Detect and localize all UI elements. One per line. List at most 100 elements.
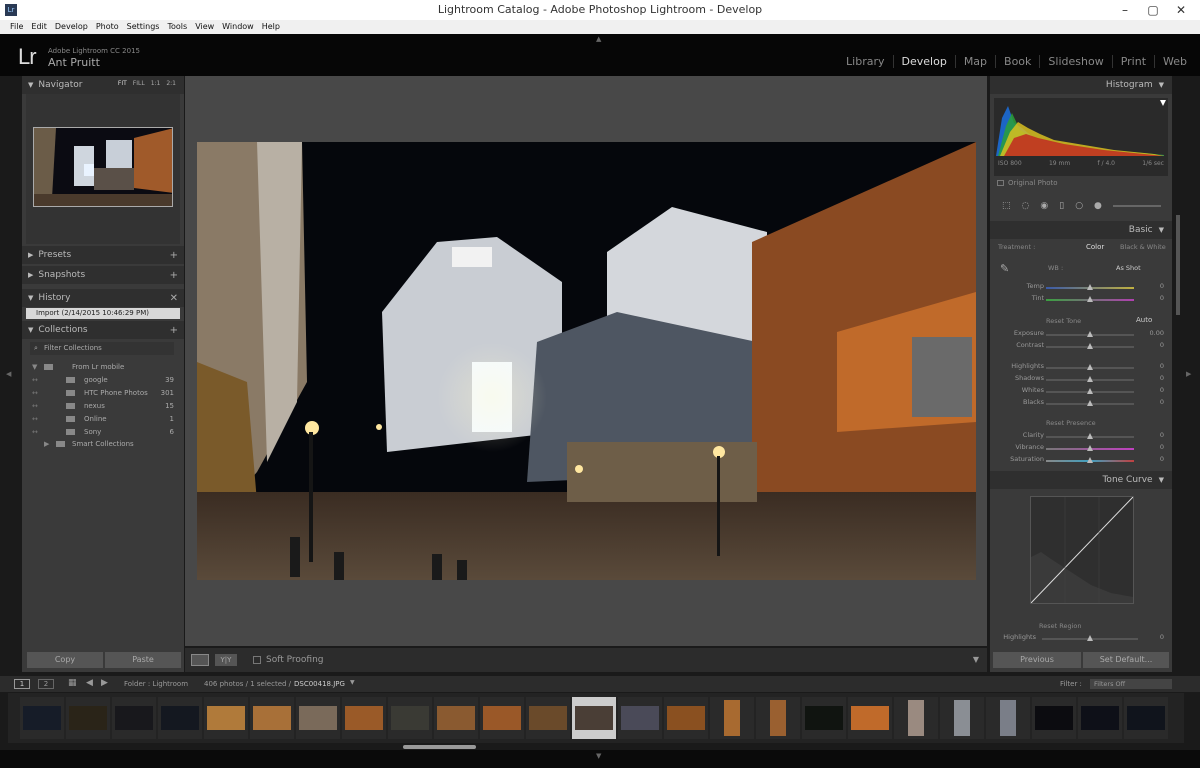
slider-knob[interactable]: [1087, 296, 1093, 302]
loupe-view-icon[interactable]: [191, 654, 209, 666]
filmstrip-thumbnail[interactable]: [388, 697, 432, 739]
window-1-button[interactable]: 1: [14, 679, 30, 689]
slider-knob[interactable]: [1087, 364, 1093, 370]
temp-slider[interactable]: Temp 0: [990, 282, 1172, 294]
filmstrip-thumbnail[interactable]: [526, 697, 570, 739]
slider-track[interactable]: [1046, 364, 1134, 370]
set-default-button[interactable]: Set Default...: [1083, 652, 1169, 668]
snapshots-header[interactable]: ▶ Snapshots +: [22, 266, 184, 284]
slider-value[interactable]: 0: [1160, 282, 1164, 290]
module-develop[interactable]: Develop: [892, 55, 955, 68]
navigator-thumbnail[interactable]: [33, 127, 173, 207]
add-collection-icon[interactable]: +: [170, 325, 178, 336]
filmstrip-thumbnail[interactable]: [204, 697, 248, 739]
collection-item[interactable]: ↔ Online 1: [22, 413, 184, 425]
collections-header[interactable]: ▼ Collections +: [22, 321, 184, 339]
tint-slider[interactable]: Tint 0: [990, 294, 1172, 306]
module-book[interactable]: Book: [995, 55, 1039, 68]
filmstrip-thumbnail[interactable]: [848, 697, 892, 739]
tone-curve-header[interactable]: Tone Curve ▼: [990, 471, 1172, 489]
minimize-icon[interactable]: –: [1110, 0, 1140, 20]
filter-dropdown[interactable]: Filters Off: [1090, 679, 1172, 689]
slider-knob[interactable]: [1087, 331, 1093, 337]
folder-source[interactable]: Folder : Lightroom: [124, 680, 188, 688]
slider-knob[interactable]: [1087, 343, 1093, 349]
back-arrow-icon[interactable]: ◀: [86, 678, 93, 688]
basic-header[interactable]: Basic ▼: [990, 221, 1172, 239]
graduated-filter-icon[interactable]: ▯: [1059, 201, 1064, 211]
menu-file[interactable]: File: [10, 20, 23, 34]
slider-value[interactable]: 0: [1160, 633, 1164, 641]
slider-value[interactable]: 0: [1160, 362, 1164, 370]
navigator-header[interactable]: ▼ Navigator FIT FILL 1:1 2:1: [22, 76, 184, 94]
module-map[interactable]: Map: [954, 55, 995, 68]
slider-track[interactable]: [1046, 376, 1134, 382]
slider-knob[interactable]: [1087, 457, 1093, 463]
slider-value[interactable]: 0.00: [1150, 329, 1164, 337]
filmstrip-thumbnail[interactable]: [756, 697, 800, 739]
auto-tone-button[interactable]: Auto: [1136, 316, 1152, 324]
filmstrip-thumbnail[interactable]: [986, 697, 1030, 739]
menu-develop[interactable]: Develop: [55, 20, 88, 34]
filmstrip-thumbnail[interactable]: [618, 697, 662, 739]
slider-value[interactable]: 0: [1160, 341, 1164, 349]
filmstrip-thumbnail[interactable]: [296, 697, 340, 739]
slider-track[interactable]: [1046, 284, 1134, 290]
curve-highlights-slider[interactable]: Highlights 0: [990, 633, 1172, 645]
radial-filter-icon[interactable]: ○: [1075, 201, 1083, 211]
filmstrip-thumbnail[interactable]: [1124, 697, 1168, 739]
slider-track[interactable]: [1046, 457, 1134, 463]
slider-track[interactable]: [1042, 635, 1138, 641]
forward-arrow-icon[interactable]: ▶: [101, 678, 108, 688]
menu-edit[interactable]: Edit: [31, 20, 47, 34]
filmstrip-thumbnail[interactable]: [434, 697, 478, 739]
selected-file[interactable]: DSC00418.JPG: [294, 680, 345, 688]
module-slideshow[interactable]: Slideshow: [1039, 55, 1111, 68]
zoom-fit[interactable]: FIT: [118, 80, 127, 87]
red-eye-icon[interactable]: ◉: [1040, 201, 1048, 211]
slider-knob[interactable]: [1087, 635, 1093, 641]
history-header[interactable]: ▼ History ✕: [22, 289, 184, 307]
history-item[interactable]: Import (2/14/2015 10:46:29 PM): [26, 308, 180, 319]
exposure-slider[interactable]: Exposure 0.00: [990, 329, 1172, 341]
menu-window[interactable]: Window: [222, 20, 254, 34]
slider-value[interactable]: 0: [1160, 398, 1164, 406]
brush-slider[interactable]: [1112, 205, 1161, 207]
filmstrip-thumbnail[interactable]: [664, 697, 708, 739]
slider-knob[interactable]: [1087, 400, 1093, 406]
filmstrip-thumbnail[interactable]: [940, 697, 984, 739]
filmstrip-thumbnail[interactable]: [894, 697, 938, 739]
contrast-slider[interactable]: Contrast 0: [990, 341, 1172, 353]
slider-value[interactable]: 0: [1160, 455, 1164, 463]
zoom-2-1[interactable]: 2:1: [166, 80, 176, 87]
slider-knob[interactable]: [1087, 376, 1093, 382]
histogram-header[interactable]: Histogram ▼: [990, 76, 1172, 94]
crop-icon[interactable]: ⬚: [1002, 201, 1011, 211]
filter-collections-input[interactable]: Filter Collections: [30, 342, 174, 355]
slider-track[interactable]: [1046, 433, 1134, 439]
slider-track[interactable]: [1046, 331, 1134, 337]
histogram-display[interactable]: ISO 800 19 mm f / 4.0 1/6 sec: [994, 98, 1168, 176]
menu-help[interactable]: Help: [262, 20, 280, 34]
spot-removal-icon[interactable]: ◌: [1022, 201, 1030, 211]
original-photo-checkbox[interactable]: [997, 180, 1004, 186]
treatment-color-button[interactable]: Color: [1086, 243, 1104, 251]
adjustment-brush-icon[interactable]: ●: [1094, 201, 1102, 211]
slider-value[interactable]: 0: [1160, 431, 1164, 439]
bottom-panel-toggle-icon[interactable]: ▼: [596, 752, 601, 760]
slider-track[interactable]: [1046, 388, 1134, 394]
collection-item[interactable]: ↔ nexus 15: [22, 400, 184, 412]
main-photo[interactable]: [197, 142, 976, 580]
filmstrip-thumbnail-selected[interactable]: [572, 697, 616, 739]
filmstrip-thumbnail[interactable]: [1078, 697, 1122, 739]
toolbar-menu-icon[interactable]: ▼: [973, 655, 979, 664]
soft-proofing-checkbox[interactable]: [253, 656, 261, 664]
before-after-button[interactable]: Y|Y: [215, 654, 237, 666]
clear-history-icon[interactable]: ✕: [170, 293, 178, 304]
slider-track[interactable]: [1046, 445, 1134, 451]
wb-eyedropper-icon[interactable]: ✎: [1000, 262, 1009, 275]
treatment-bw-button[interactable]: Black & White: [1120, 243, 1166, 251]
previous-button[interactable]: Previous: [993, 652, 1081, 668]
slider-value[interactable]: 0: [1160, 374, 1164, 382]
filmstrip-thumbnail[interactable]: [1032, 697, 1076, 739]
